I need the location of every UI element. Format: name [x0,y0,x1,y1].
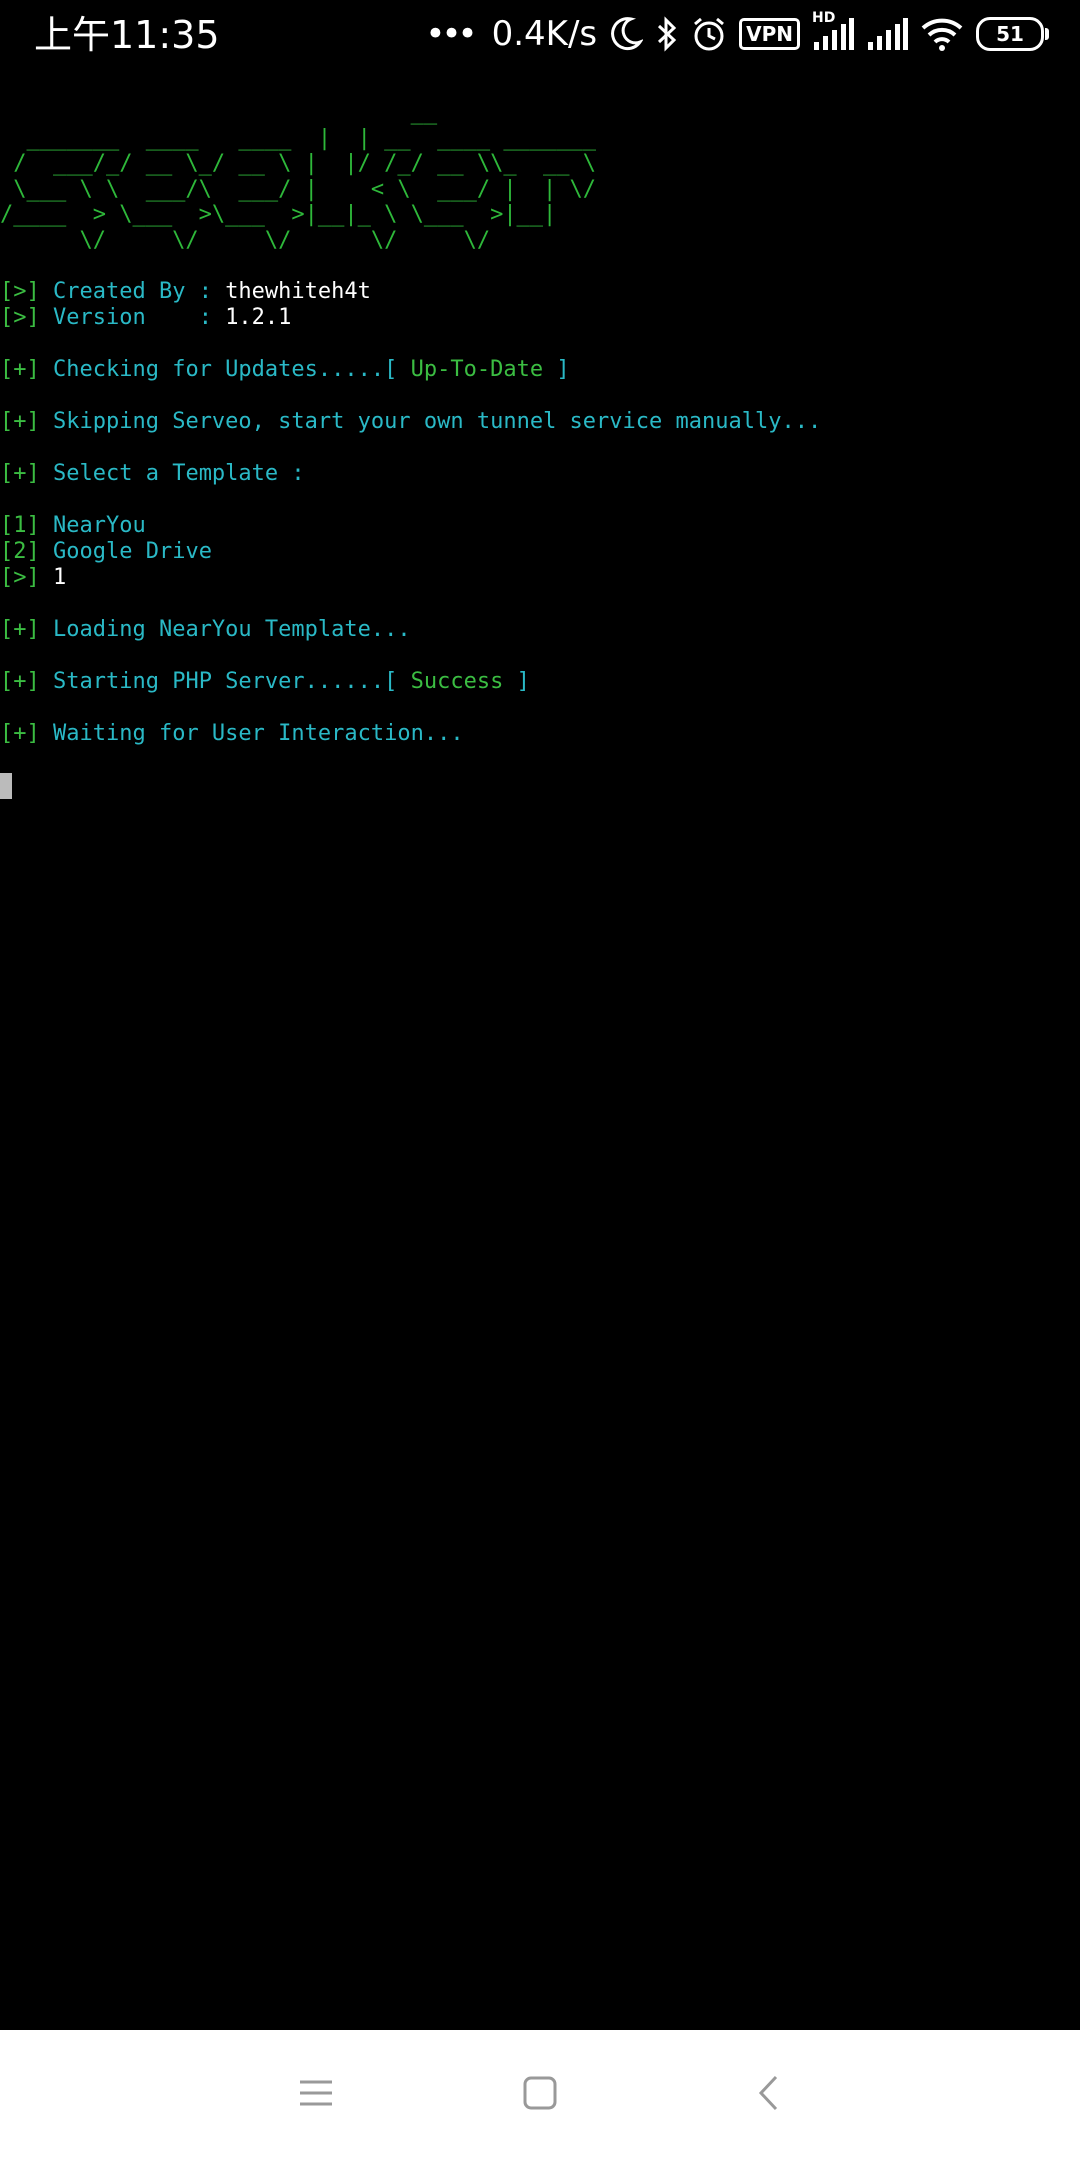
php-server-label: Starting PHP Server......[ [39,669,411,694]
option-number: [2] [0,539,40,564]
moon-icon [609,16,644,52]
battery-icon: 51 [976,17,1049,51]
menu-button[interactable] [281,2060,351,2130]
home-icon [523,2076,557,2114]
option-label: Google Drive [39,539,212,564]
back-icon [756,2074,780,2116]
banner-line: \/ \/ \/ \/ \/ [0,227,491,253]
version-label: Version : [39,305,226,330]
php-server-line: [+] Starting PHP Server......[ Success ] [0,669,1080,695]
user-input-line: [>] 1 [0,565,1080,591]
serveo-line: [+] Skipping Serveo, start your own tunn… [0,409,1080,435]
updates-label: Checking for Updates.....[ [39,357,411,382]
updates-close: ] [543,357,570,382]
banner-line: _______ ____ ____ | | __ ____ _______ [0,125,597,151]
banner-line: / ___/_/ __ \_/ __ \ | |/ /_/ __ \\_ __ … [0,151,597,176]
template-option-1: [1] NearYou [0,513,1080,539]
version-line: [>] Version : 1.2.1 [0,305,1080,331]
net-speed: 0.4K/s [491,14,598,54]
menu-icon [298,2078,334,2112]
hd-label: HD [812,10,836,26]
select-template-text: Select a Template : [39,461,305,486]
banner-line: \___ \ \ ___/\ ___/ | < \ ___/ | | \/ [0,176,597,202]
status-icons: ••• 0.4K/s VPN HD 51 [425,10,1049,56]
loading-text: Loading NearYou Template... [39,617,411,642]
banner-line: __ [0,100,438,125]
prompt-prefix: [+] [0,617,40,642]
loading-template-line: [+] Loading NearYou Template... [0,617,1080,643]
template-option-2: [2] Google Drive [0,539,1080,565]
more-dots-icon: ••• [425,14,477,54]
terminal-cursor [0,773,12,799]
banner-line: /____ > \___ >\___ >|__|_ \ \___ >|__| [0,202,557,227]
prompt-prefix: [+] [0,461,40,486]
waiting-line: [+] Waiting for User Interaction... [0,721,1080,747]
updates-line: [+] Checking for Updates.....[ Up-To-Dat… [0,357,1080,383]
php-server-status: Success [410,669,504,694]
created-by-line: [>] Created By : thewhiteh4t [0,279,1080,305]
prompt-prefix: [>] [0,565,40,590]
signal-hd-icon: HD [812,10,854,52]
created-by-value: thewhiteh4t [225,279,371,304]
prompt-prefix: [>] [0,305,40,330]
updates-status: Up-To-Date [410,357,544,382]
prompt-prefix: [+] [0,669,40,694]
created-by-label: Created By : [39,279,226,304]
cursor-line[interactable] [0,773,1080,799]
select-template-line: [+] Select a Template : [0,461,1080,487]
option-label: NearYou [39,513,146,538]
user-input-value: 1 [39,565,67,590]
waiting-text: Waiting for User Interaction... [39,721,464,746]
status-bar: 上午11:35 ••• 0.4K/s VPN HD 51 [0,0,1080,70]
back-button[interactable] [733,2060,803,2130]
vpn-icon: VPN [739,18,800,50]
serveo-text: Skipping Serveo, start your own tunnel s… [39,409,822,434]
alarm-icon [691,16,727,52]
prompt-prefix: [+] [0,721,40,746]
home-button[interactable] [505,2060,575,2130]
wifi-icon [920,16,964,52]
option-number: [1] [0,513,40,538]
php-server-close: ] [503,669,530,694]
navigation-bar [0,2030,1080,2160]
prompt-prefix: [+] [0,357,40,382]
version-value: 1.2.1 [225,305,292,330]
terminal-output[interactable]: __ _______ ____ ____ | | __ ____ _______… [0,100,1080,799]
prompt-prefix: [>] [0,279,40,304]
clock: 上午11:35 [34,13,220,57]
bluetooth-icon [655,16,679,52]
ascii-banner: __ _______ ____ ____ | | __ ____ _______… [0,100,1080,253]
signal-icon [866,16,908,52]
prompt-prefix: [+] [0,409,40,434]
